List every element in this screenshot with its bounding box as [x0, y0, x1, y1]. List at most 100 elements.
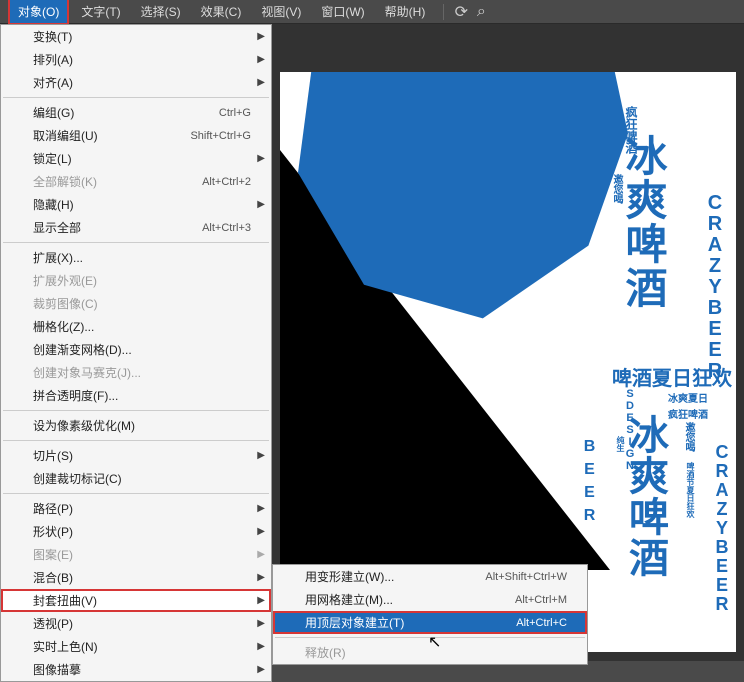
menubar: 对象(O) 文字(T) 选择(S) 效果(C) 视图(V) 窗口(W) 帮助(H…	[0, 0, 744, 24]
submenu-arrow-icon: ▶	[257, 153, 265, 164]
art-text-crazy2: 疯狂啤酒	[668, 406, 708, 421]
submenu-make-top-object[interactable]: 用顶层对象建立(T)Alt+Ctrl+C	[273, 611, 587, 634]
object-menu-dropdown: 变换(T) ▶ 排列(A) ▶ 对齐(A)▶ 编组(G) Ctrl+G 取消编组(U)…	[0, 24, 272, 682]
menu-group[interactable]: 编组(G) Ctrl+G	[1, 101, 271, 124]
menu-pattern: 图案(E) ▶	[1, 543, 271, 566]
menu-label: 裁剪图像(C)	[33, 295, 98, 312]
shortcut: Alt+Ctrl+C	[516, 617, 567, 629]
menu-label: 编组(G)	[33, 104, 74, 121]
shortcut: Alt+Ctrl+3	[202, 222, 251, 234]
menu-help[interactable]: 帮助(H)	[377, 0, 434, 23]
menu-separator	[3, 242, 269, 243]
menu-separator	[3, 410, 269, 411]
menu-hide[interactable]: 隐藏(H) ▶	[1, 193, 271, 216]
menu-slice[interactable]: 切片(S) ▶	[1, 444, 271, 467]
art-text-tiny: 啤酒节夏日狂欢	[685, 462, 696, 518]
menu-window[interactable]: 窗口(W)	[313, 0, 372, 23]
menu-separator	[3, 493, 269, 494]
menu-arrange[interactable]: 排列(A) ▶	[1, 48, 271, 71]
menu-pixel-perfect[interactable]: 设为像素级优化(M)	[1, 414, 271, 437]
menubar-separator	[443, 4, 444, 20]
menu-effect[interactable]: 效果(C)	[193, 0, 250, 23]
menu-label: 变换(T)	[33, 28, 72, 45]
menu-trim-marks[interactable]: 创建裁切标记(C)	[1, 467, 271, 490]
menu-align[interactable]: 对齐(A)▶	[1, 71, 271, 94]
menu-label: 创建渐变网格(D)...	[33, 341, 132, 358]
menu-view[interactable]: 视图(V)	[253, 0, 309, 23]
menu-label: 路径(P)	[33, 500, 73, 517]
menu-label: 锁定(L)	[33, 150, 72, 167]
menu-label: 混合(B)	[33, 569, 73, 586]
menu-label: 透视(P)	[33, 615, 73, 632]
submenu-make-mesh[interactable]: 用网格建立(M)... Alt+Ctrl+M	[273, 588, 587, 611]
menu-label: 形状(P)	[33, 523, 73, 540]
submenu-arrow-icon: ▶	[257, 450, 265, 461]
search-icon[interactable]: ⌕	[474, 5, 488, 19]
menu-separator	[3, 97, 269, 98]
menu-show-all[interactable]: 显示全部Alt+Ctrl+3	[1, 216, 271, 239]
art-text-crazyv2: CRAZYBEER	[711, 442, 732, 613]
shortcut: Alt+Ctrl+2	[202, 176, 251, 188]
shortcut: Alt+Ctrl+M	[515, 594, 567, 606]
menu-label: 设为像素级优化(M)	[33, 417, 135, 434]
menu-shape[interactable]: 形状(P) ▶	[1, 520, 271, 543]
menu-label: 隐藏(H)	[33, 196, 74, 213]
art-text-beerv: BEER	[580, 438, 598, 530]
menu-label: 全部解锁(K)	[33, 173, 97, 190]
menu-label: 栅格化(Z)...	[33, 318, 94, 335]
menu-live-paint[interactable]: 实时上色(N)▶	[1, 635, 271, 658]
sync-icon[interactable]: ⟳	[454, 5, 468, 19]
menu-blend[interactable]: 混合(B) ▶	[1, 566, 271, 589]
menu-expand-appearance: 扩展外观(E)	[1, 269, 271, 292]
menu-unlock-all: 全部解锁(K) Alt+Ctrl+2	[1, 170, 271, 193]
submenu-arrow-icon: ▶	[257, 31, 265, 42]
menu-crop-image: 裁剪图像(C)	[1, 292, 271, 315]
submenu-arrow-icon: ▶	[257, 595, 265, 606]
menu-image-trace[interactable]: 图像描摹▶	[1, 658, 271, 681]
submenu-arrow-icon: ▶	[257, 199, 265, 210]
submenu-arrow-icon: ▶	[257, 572, 265, 583]
menu-ungroup[interactable]: 取消编组(U)Shift+Ctrl+G	[1, 124, 271, 147]
menu-object[interactable]: 对象(O)	[8, 0, 69, 25]
menu-label: 实时上色(N)	[33, 638, 98, 655]
menu-flatten-transparency[interactable]: 拼合透明度(F)...	[1, 384, 271, 407]
toolbar-icons: ⟳ ⌕	[454, 5, 488, 19]
menu-label: 创建对象马赛克(J)...	[33, 364, 141, 381]
menu-label: 用变形建立(W)...	[305, 568, 394, 585]
menu-label: 释放(R)	[305, 644, 346, 661]
menu-lock[interactable]: 锁定(L) ▶	[1, 147, 271, 170]
art-text-crazyv: CRAZYBEER	[703, 192, 726, 381]
shortcut: Ctrl+G	[219, 107, 251, 119]
menu-label: 封套扭曲(V)	[33, 592, 97, 609]
menu-envelope-distort[interactable]: 封套扭曲(V) ▶	[1, 589, 271, 612]
menu-transform[interactable]: 变换(T) ▶	[1, 25, 271, 48]
menu-label: 拼合透明度(F)...	[33, 387, 118, 404]
menu-path[interactable]: 路径(P) ▶	[1, 497, 271, 520]
menu-rasterize[interactable]: 栅格化(Z)...	[1, 315, 271, 338]
art-text-cool2: 冰爽夏日	[668, 390, 708, 405]
menu-label: 切片(S)	[33, 447, 73, 464]
submenu-arrow-icon: ▶	[257, 54, 265, 65]
submenu-arrow-icon: ▶	[257, 618, 265, 629]
submenu-make-warp[interactable]: 用变形建立(W)...Alt+Shift+Ctrl+W	[273, 565, 587, 588]
menu-perspective[interactable]: 透视(P) ▶	[1, 612, 271, 635]
submenu-arrow-icon: ▶	[257, 503, 265, 514]
menu-gradient-mesh[interactable]: 创建渐变网格(D)...	[1, 338, 271, 361]
art-text-bigcool: 冰爽啤酒	[613, 134, 674, 310]
submenu-arrow-icon: ▶	[257, 77, 265, 88]
menu-select[interactable]: 选择(S)	[133, 0, 189, 23]
submenu-arrow-icon: ▶	[257, 549, 265, 560]
art-text-pure: 纯生	[615, 436, 626, 452]
menu-label: 取消编组(U)	[33, 127, 98, 144]
cursor-icon: ↖	[428, 632, 441, 652]
art-text-summer2: 啤酒夏日狂欢	[612, 362, 732, 391]
menu-label: 创建裁切标记(C)	[33, 470, 122, 487]
menu-label: 用网格建立(M)...	[305, 591, 393, 608]
menu-text[interactable]: 文字(T)	[73, 0, 128, 23]
menu-object-mosaic: 创建对象马赛克(J)...	[1, 361, 271, 384]
submenu-arrow-icon: ▶	[257, 526, 265, 537]
art-text-invite2: 邀您喝	[681, 422, 696, 452]
menu-label: 图案(E)	[33, 546, 73, 563]
menu-label: 排列(A)	[33, 51, 73, 68]
menu-expand[interactable]: 扩展(X)...	[1, 246, 271, 269]
